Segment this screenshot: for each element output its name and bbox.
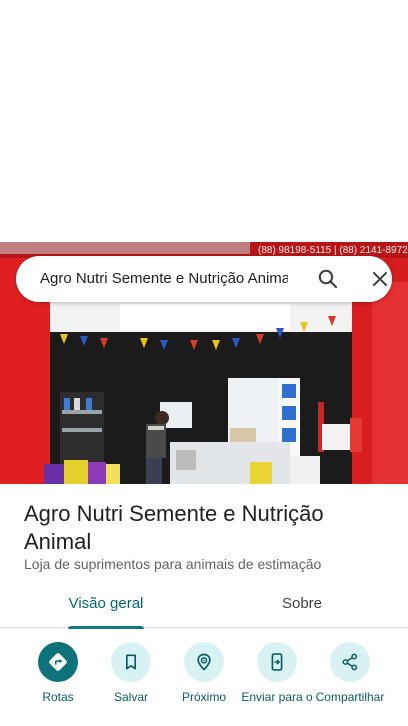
nearby-button[interactable]: Próximo (164, 642, 244, 704)
save-button[interactable]: Salvar (91, 642, 171, 704)
tab-bar: Visão geral Sobre (0, 583, 408, 629)
search-icon[interactable] (316, 267, 340, 291)
tab-about[interactable]: Sobre (262, 583, 342, 627)
search-input[interactable]: Agro Nutri Semente e Nutrição Animal (40, 256, 288, 302)
save-label: Salvar (113, 690, 148, 704)
nearby-icon (184, 642, 224, 682)
send-to-phone-button[interactable]: Enviar para o (237, 642, 317, 704)
tab-overview[interactable]: Visão geral (66, 583, 146, 629)
place-details-page: (88) 98198-5115 | (88) 2141-8972 Agro Nu… (0, 0, 408, 726)
nearby-label: Próximo (181, 690, 226, 704)
close-icon[interactable] (368, 267, 392, 291)
place-title: Agro Nutri Semente e Nutrição Animal (24, 501, 324, 554)
photo-phone-text: (88) 98198-5115 | (88) 2141-8972 (258, 245, 408, 256)
send-to-phone-label: Enviar para o (241, 690, 313, 704)
share-icon (330, 642, 370, 682)
directions-icon (38, 642, 78, 682)
send-to-phone-icon (257, 642, 297, 682)
place-category: Loja de suprimentos para animais de esti… (24, 556, 322, 572)
directions-button[interactable]: Rotas (18, 642, 98, 704)
share-button[interactable]: Compartilhar (310, 642, 390, 704)
directions-label: Rotas (42, 690, 74, 704)
search-bar[interactable]: Agro Nutri Semente e Nutrição Animal (16, 256, 392, 302)
share-label: Compartilhar (315, 690, 385, 704)
bookmark-icon (111, 642, 151, 682)
